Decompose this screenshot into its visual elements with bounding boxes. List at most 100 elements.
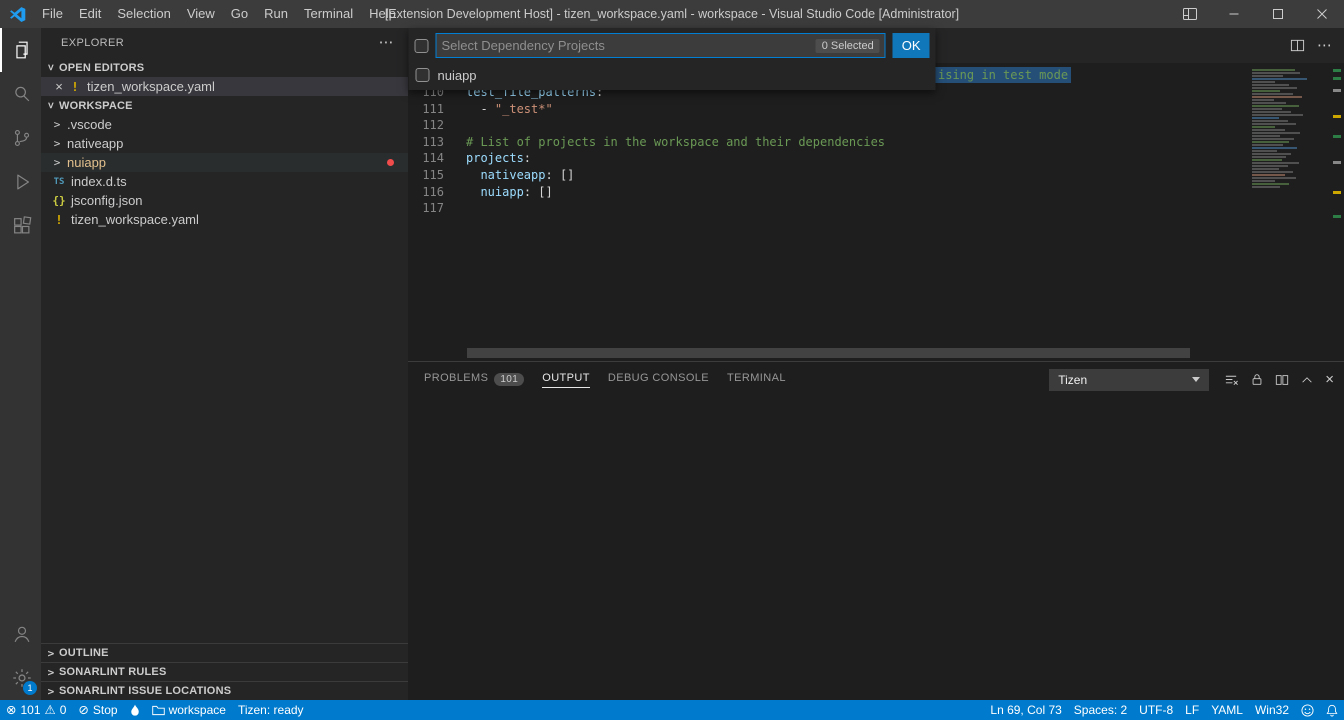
minimap-line [1252,150,1277,152]
menu-go[interactable]: Go [223,0,256,28]
menu-view[interactable]: View [179,0,223,28]
extensions-icon[interactable] [0,204,41,248]
code-token: : [524,151,531,165]
status-stop[interactable]: ⊘Stop [72,700,123,720]
menu-selection[interactable]: Selection [109,0,178,28]
status-cursor-position[interactable]: Ln 69, Col 73 [984,700,1067,720]
code-area[interactable]: ising in test mode 110test_file_patterns… [408,63,1344,361]
section-sonarlint-rules[interactable]: >SONARLINT RULES [41,662,408,681]
split-panel-icon[interactable] [1275,373,1289,387]
code-token: # List of projects in the workspace and … [466,135,885,149]
minimap-line [1252,144,1283,146]
code-line-111[interactable]: 111 - "_test*" [408,101,1344,118]
close-editor-icon[interactable]: × [51,79,67,94]
minimap-line [1252,99,1274,101]
ok-button[interactable]: OK [893,33,930,58]
file-jsconfig-json[interactable]: {}jsconfig.json [41,191,408,210]
maximize-panel-icon[interactable] [1300,373,1314,387]
open-editor-tizen_workspace.yaml[interactable]: ×!tizen_workspace.yaml [41,77,408,96]
file-index-d-ts[interactable]: TSindex.d.ts [41,172,408,191]
section-label: OUTLINE [59,647,109,659]
status-feedback[interactable] [1295,700,1320,720]
layout-toggle-icon[interactable] [1168,0,1212,28]
panel-content[interactable] [408,397,1344,700]
minimap[interactable] [1252,69,1330,189]
scrolled-code-fragment: ising in test mode [935,67,1071,83]
code-token: projects [466,151,524,165]
code-line-112[interactable]: 112 [408,117,1344,134]
status-eol[interactable]: LF [1179,700,1205,720]
clear-output-icon[interactable] [1224,372,1239,387]
close-button[interactable] [1300,0,1344,28]
quick-input-box[interactable]: Select Dependency Projects 0 Selected [436,33,886,58]
panel-tab-label: TERMINAL [727,372,786,388]
code-line-116[interactable]: 116 nuiapp: [] [408,184,1344,201]
status-encoding[interactable]: UTF-8 [1133,700,1179,720]
code-token [466,168,480,182]
minimize-button[interactable] [1212,0,1256,28]
section-sonarlint-issue-locations[interactable]: >SONARLINT ISSUE LOCATIONS [41,681,408,700]
vscode-logo-icon [0,0,34,28]
account-icon[interactable] [0,612,41,656]
quick-input-list: nuiapp [409,63,936,87]
status-language-mode[interactable]: YAML [1205,700,1249,720]
code-line-113[interactable]: 113# List of projects in the workspace a… [408,134,1344,151]
folder-nuiapp[interactable]: >nuiapp [41,153,408,172]
explorer-sidebar: EXPLORER ⋯ > OPEN EDITORS ×!tizen_worksp… [41,28,408,700]
status-text: Ln 69, Col 73 [990,703,1061,717]
code-token: nativeapp [480,168,545,182]
folder--vscode[interactable]: >.vscode [41,115,408,134]
editor-more-actions-icon[interactable]: ⋯ [1317,41,1332,51]
open-editors-header[interactable]: > OPEN EDITORS [41,58,408,77]
menu-help[interactable]: Help [361,0,404,28]
status-platform[interactable]: Win32 [1249,700,1295,720]
close-panel-icon[interactable]: × [1325,373,1334,387]
menu-run[interactable]: Run [256,0,296,28]
output-channel-select[interactable]: Tizen [1049,369,1209,391]
line-content: - "_test*" [466,101,553,118]
split-editor-icon[interactable] [1290,38,1305,53]
quick-pick-item-nuiapp[interactable]: nuiapp [409,63,936,87]
panel-tab-debug-console[interactable]: DEBUG CONSOLE [608,372,709,388]
tree-item-label: jsconfig.json [71,193,143,208]
menu-terminal[interactable]: Terminal [296,0,361,28]
horizontal-scrollbar[interactable] [467,348,1190,358]
ruler-mark [1333,191,1341,194]
status-indentation[interactable]: Spaces: 2 [1068,700,1133,720]
file-tizen_workspace-yaml[interactable]: !tizen_workspace.yaml [41,210,408,229]
ruler-mark [1333,115,1341,118]
minimap-line [1252,129,1285,131]
source-control-icon[interactable] [0,116,41,160]
explorer-icon[interactable] [0,28,41,72]
code-line-115[interactable]: 115 nativeapp: [] [408,167,1344,184]
code-line-117[interactable]: 117 [408,200,1344,217]
panel-tab-output[interactable]: OUTPUT [542,372,590,388]
maximize-button[interactable] [1256,0,1300,28]
minimap-line [1252,135,1280,137]
menu-edit[interactable]: Edit [71,0,109,28]
status-workspace[interactable]: workspace [146,700,232,720]
status-notifications[interactable] [1320,700,1344,720]
status-problems[interactable]: ⊗101⚠0 [0,700,72,720]
workspace-header[interactable]: > WORKSPACE [41,96,408,115]
status-flame[interactable] [124,700,146,720]
status-tizen-status[interactable]: Tizen: ready [232,700,310,720]
line-content: projects: [466,150,531,167]
window-controls [1168,0,1344,28]
settings-gear-icon[interactable]: 1 [0,656,41,700]
toggle-all-checkbox[interactable] [415,39,429,53]
more-actions-icon[interactable]: ⋯ [379,38,394,48]
search-icon[interactable] [0,72,41,116]
code-line-114[interactable]: 114projects: [408,150,1344,167]
folder-nativeapp[interactable]: >nativeapp [41,134,408,153]
status-text: 0 [60,703,67,717]
section-outline[interactable]: >OUTLINE [41,643,408,662]
modified-dot [387,159,394,166]
menu-file[interactable]: File [34,0,71,28]
lock-scroll-icon[interactable] [1250,372,1264,387]
run-debug-icon[interactable] [0,160,41,204]
panel-tab-terminal[interactable]: TERMINAL [727,372,786,388]
ruler-mark [1333,77,1341,80]
panel-tab-problems[interactable]: PROBLEMS101 [424,372,524,388]
item-checkbox[interactable] [416,68,430,82]
